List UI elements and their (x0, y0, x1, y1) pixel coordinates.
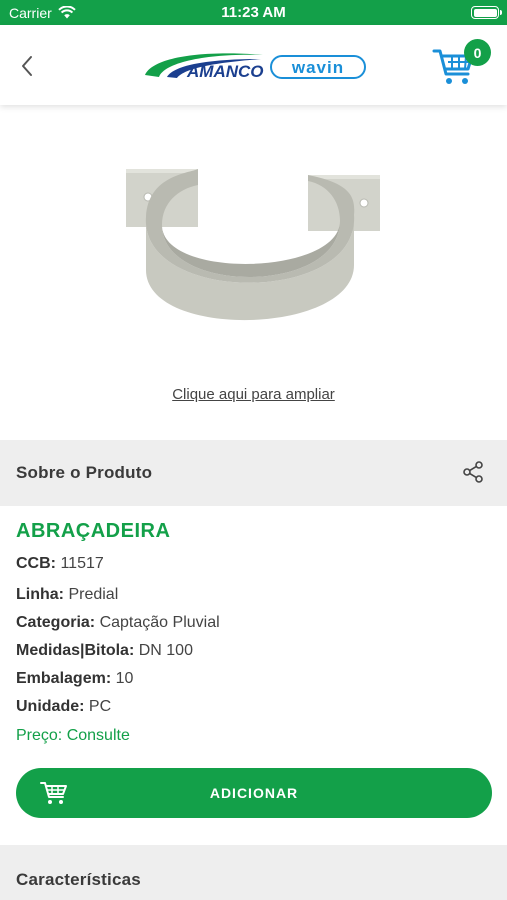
product-image[interactable] (118, 155, 390, 340)
price-label: Preço: (16, 727, 63, 744)
battery-icon (471, 6, 502, 19)
price-value: Consulte (66, 727, 130, 744)
about-product-header: Sobre o Produto (0, 440, 507, 506)
spec-label: Unidade: (16, 698, 85, 715)
features-header[interactable]: Características (0, 845, 507, 900)
section-title: Sobre o Produto (16, 463, 153, 482)
spec-label: Medidas|Bitola: (16, 642, 135, 659)
status-left: Carrier (9, 5, 76, 21)
product-title: ABRAÇADEIRA (16, 520, 171, 542)
nav-bar: AMANCO wavin 0 (0, 25, 507, 105)
spec-value: 10 (115, 670, 134, 687)
svg-text:AMANCO: AMANCO (186, 62, 264, 81)
spec-value: 11517 (60, 555, 104, 572)
status-time: 11:23 AM (221, 4, 286, 21)
section-title: Características (16, 870, 141, 889)
spec-categoria: Categoria: Captação Pluvial (16, 614, 220, 632)
zoom-image-link[interactable]: Clique aqui para ampliar (0, 386, 507, 403)
cart-button[interactable]: 0 (432, 39, 492, 89)
add-to-cart-button[interactable]: ADICIONAR (16, 768, 492, 818)
price-row: Preço: Consulte (16, 727, 130, 745)
svg-text:wavin: wavin (291, 58, 344, 77)
cart-icon (40, 782, 67, 804)
back-button[interactable] (14, 51, 40, 81)
spec-label: Categoria: (16, 614, 96, 631)
add-button-label: ADICIONAR (209, 785, 299, 801)
spec-label: Embalagem: (16, 670, 112, 687)
spec-value: PC (88, 698, 112, 715)
spec-linha: Linha: Predial (16, 586, 118, 604)
brand-logo: AMANCO wavin (145, 53, 366, 81)
spec-value: Predial (68, 586, 119, 603)
spec-medidas: Medidas|Bitola: DN 100 (16, 642, 193, 660)
spec-unidade: Unidade: PC (16, 698, 111, 716)
carrier-label: Carrier (9, 4, 52, 21)
spec-value: DN 100 (138, 642, 193, 659)
wifi-icon (58, 6, 76, 19)
status-bar: Carrier 11:23 AM (0, 0, 507, 25)
spec-value: Captação Pluvial (99, 614, 220, 631)
chevron-left-icon (22, 56, 32, 76)
spec-ccb: CCB: 11517 (16, 555, 104, 573)
share-icon[interactable] (461, 460, 485, 484)
cart-count-badge: 0 (464, 39, 491, 66)
spec-embalagem: Embalagem: 10 (16, 670, 133, 688)
spec-label: Linha: (16, 586, 64, 603)
spec-label: CCB: (16, 555, 56, 572)
